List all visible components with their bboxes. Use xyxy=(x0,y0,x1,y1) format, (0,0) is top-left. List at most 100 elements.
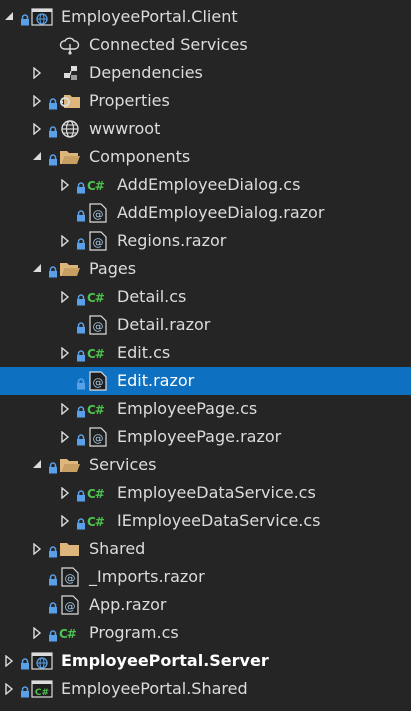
razor-file-icon: @ xyxy=(87,427,109,447)
collapsed-arrow-icon[interactable] xyxy=(58,423,72,451)
razor-file-icon: @ xyxy=(59,595,81,615)
csharp-file-icon: C# xyxy=(59,627,77,641)
folder-open-icon xyxy=(59,455,81,475)
tree-item-label: EmployeePage.razor xyxy=(117,427,282,446)
tree-item-label: Components xyxy=(89,147,191,166)
tree-item[interactable]: C# IEmployeeDataService.cs xyxy=(0,507,411,535)
connected-services-icon xyxy=(59,35,81,55)
collapsed-arrow-icon[interactable] xyxy=(58,507,72,535)
lock-icon xyxy=(48,123,58,138)
tree-item[interactable]: EmployeePortal.Server xyxy=(0,647,411,675)
collapsed-arrow-icon[interactable] xyxy=(58,479,72,507)
razor-file-icon: @ xyxy=(87,371,109,391)
tree-item[interactable]: C# EmployeePage.cs xyxy=(0,395,411,423)
collapsed-arrow-icon[interactable] xyxy=(2,675,16,703)
tree-item-label: Services xyxy=(89,455,157,474)
csharp-file-icon: C# xyxy=(87,487,105,501)
folder-closed-icon xyxy=(59,539,81,559)
collapsed-arrow-icon[interactable] xyxy=(58,171,72,199)
lock-icon xyxy=(76,487,86,502)
tree-item-label: Edit.cs xyxy=(117,343,171,362)
lock-icon xyxy=(48,627,58,642)
collapsed-arrow-icon[interactable] xyxy=(30,535,44,563)
tree-item[interactable]: Services xyxy=(0,451,411,479)
tree-item-label: Dependencies xyxy=(89,63,203,82)
tree-item[interactable]: Properties xyxy=(0,87,411,115)
collapsed-arrow-icon[interactable] xyxy=(30,59,44,87)
tree-item-label: Program.cs xyxy=(89,623,179,642)
globe-icon xyxy=(59,119,81,139)
tree-item[interactable]: @ _Imports.razor xyxy=(0,563,411,591)
web-project-icon xyxy=(31,651,53,671)
tree-item[interactable]: C# AddEmployeeDialog.cs xyxy=(0,171,411,199)
lock-icon xyxy=(76,375,86,390)
tree-item[interactable]: C# EmployeeDataService.cs xyxy=(0,479,411,507)
tree-item-label: EmployeePortal.Shared xyxy=(61,679,248,698)
lock-icon xyxy=(76,431,86,446)
tree-item[interactable]: Shared xyxy=(0,535,411,563)
collapsed-arrow-icon[interactable] xyxy=(58,283,72,311)
lock-icon xyxy=(76,319,86,334)
svg-text:@: @ xyxy=(93,432,104,445)
collapsed-arrow-icon[interactable] xyxy=(2,647,16,675)
svg-text:@: @ xyxy=(93,236,104,249)
tree-item-label: Shared xyxy=(89,539,146,558)
tree-item[interactable]: Components xyxy=(0,143,411,171)
tree-item-label: AddEmployeeDialog.razor xyxy=(117,203,325,222)
lock-icon xyxy=(76,235,86,250)
tree-item[interactable]: C# Edit.cs xyxy=(0,339,411,367)
tree-item[interactable]: Connected Services xyxy=(0,31,411,59)
tree-item-label: AddEmployeeDialog.cs xyxy=(117,175,301,194)
properties-folder-icon xyxy=(59,91,81,111)
tree-item-label: Connected Services xyxy=(89,35,248,54)
lock-icon xyxy=(76,347,86,362)
tree-item-label: IEmployeeDataService.cs xyxy=(117,511,321,530)
tree-item[interactable]: @ Regions.razor xyxy=(0,227,411,255)
lock-icon xyxy=(76,403,86,418)
folder-open-icon xyxy=(59,259,81,279)
expanded-arrow-icon[interactable] xyxy=(2,3,16,31)
tree-item[interactable]: wwwroot xyxy=(0,115,411,143)
csharp-project-icon: C# xyxy=(31,679,53,699)
tree-item[interactable]: @ EmployeePage.razor xyxy=(0,423,411,451)
razor-file-icon: @ xyxy=(87,315,109,335)
tree-item[interactable]: Dependencies xyxy=(0,59,411,87)
tree-item[interactable]: C# Program.cs xyxy=(0,619,411,647)
collapsed-arrow-icon[interactable] xyxy=(30,115,44,143)
expanded-arrow-icon[interactable] xyxy=(30,255,44,283)
tree-item[interactable]: @ AddEmployeeDialog.razor xyxy=(0,199,411,227)
tree-item[interactable]: C# Detail.cs xyxy=(0,283,411,311)
csharp-file-icon: C# xyxy=(87,291,105,305)
folder-open-icon xyxy=(59,147,81,167)
tree-item-label: Regions.razor xyxy=(117,231,227,250)
collapsed-arrow-icon[interactable] xyxy=(30,619,44,647)
lock-icon xyxy=(48,571,58,586)
tree-item-label: wwwroot xyxy=(89,119,161,138)
tree-item[interactable]: EmployeePortal.Client xyxy=(0,3,411,31)
tree-item[interactable]: @ Detail.razor xyxy=(0,311,411,339)
dependencies-icon xyxy=(59,63,81,83)
tree-item-label: Edit.razor xyxy=(117,371,195,390)
lock-icon xyxy=(76,291,86,306)
tree-item[interactable]: @ App.razor xyxy=(0,591,411,619)
collapsed-arrow-icon[interactable] xyxy=(58,339,72,367)
expanded-arrow-icon[interactable] xyxy=(30,143,44,171)
svg-text:@: @ xyxy=(93,376,104,389)
tree-item[interactable]: Pages xyxy=(0,255,411,283)
tree-item-label: Detail.cs xyxy=(117,287,187,306)
collapsed-arrow-icon[interactable] xyxy=(58,395,72,423)
csharp-file-icon: C# xyxy=(87,347,105,361)
tree-item[interactable]: @ Edit.razor xyxy=(0,367,411,395)
tree-item-label: _Imports.razor xyxy=(89,567,205,586)
lock-icon xyxy=(76,515,86,530)
csharp-file-icon: C# xyxy=(87,403,105,417)
expanded-arrow-icon[interactable] xyxy=(30,451,44,479)
tree-item-label: EmployeePortal.Client xyxy=(61,7,238,26)
collapsed-arrow-icon[interactable] xyxy=(58,227,72,255)
razor-file-icon: @ xyxy=(59,567,81,587)
lock-icon xyxy=(48,459,58,474)
tree-item[interactable]: C# EmployeePortal.Shared xyxy=(0,675,411,703)
svg-text:@: @ xyxy=(93,320,104,333)
collapsed-arrow-icon[interactable] xyxy=(30,87,44,115)
svg-text:@: @ xyxy=(65,572,76,585)
